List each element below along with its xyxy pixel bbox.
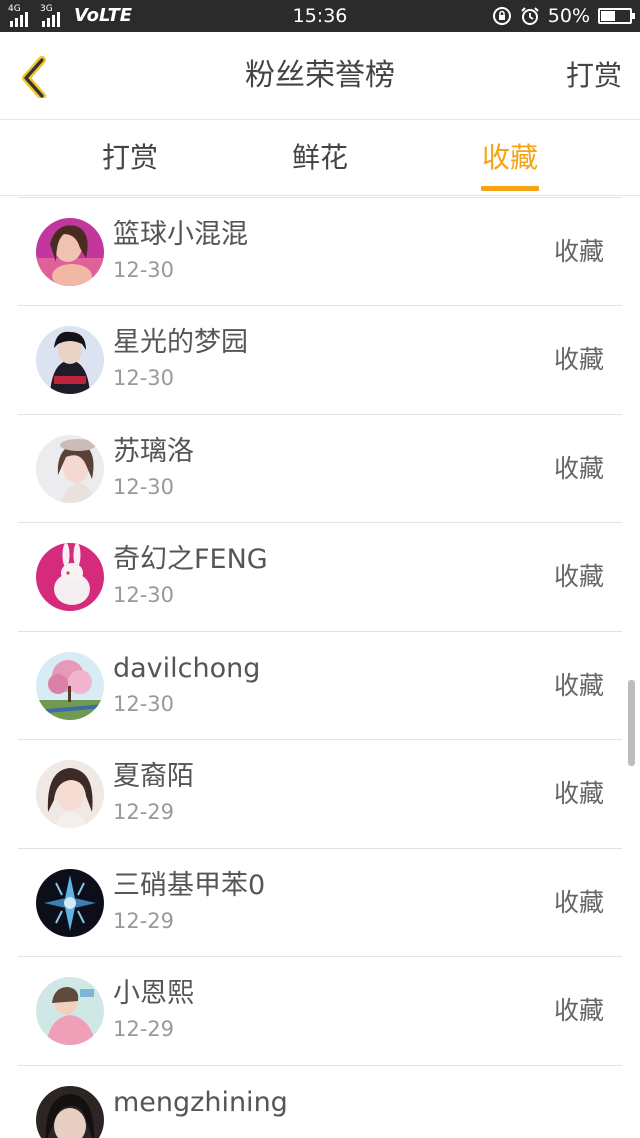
user-name: 小恩熙	[113, 978, 194, 1009]
item-date: 12-29	[113, 908, 175, 933]
rotation-lock-icon	[492, 7, 511, 25]
item-type-label: 收藏	[553, 236, 604, 266]
user-name: 篮球小混混	[113, 218, 248, 250]
item-type-label: 收藏	[553, 345, 604, 374]
app-header: 粉丝荣誉榜 打赏	[0, 32, 640, 120]
avatar[interactable]	[36, 434, 104, 503]
status-bar: 4G 3G VoLTE 15:36 50%	[0, 0, 640, 32]
item-date: 12-29	[113, 1017, 175, 1041]
scrollbar[interactable]	[628, 680, 635, 766]
avatar[interactable]	[36, 543, 104, 611]
item-date: 12-30	[113, 257, 175, 282]
reward-button[interactable]: 打赏	[566, 32, 622, 120]
list-item[interactable]: 夏裔陌 12-29 收藏	[0, 740, 640, 849]
item-type-label: 收藏	[553, 562, 604, 591]
item-date: 12-30	[113, 474, 175, 499]
item-date: 12-30	[113, 691, 175, 716]
item-type-label: 收藏	[553, 779, 604, 808]
user-name: mengzhining	[113, 1086, 288, 1118]
list-item[interactable]: 奇幻之FENG 12-30 收藏	[0, 523, 640, 632]
list-item[interactable]: 篮球小混混 12-30 收藏	[0, 198, 640, 307]
avatar[interactable]	[36, 760, 104, 828]
item-date: 12-29	[113, 800, 175, 824]
item-type-label: 收藏	[553, 887, 604, 917]
tab-flowers[interactable]: 鲜花	[270, 121, 370, 196]
active-tab-indicator	[481, 186, 539, 191]
list-item[interactable]: davilchong 12-30 收藏	[0, 632, 640, 741]
battery-level	[601, 11, 615, 21]
item-date: 12-30	[113, 583, 175, 607]
fan-list[interactable]: 12-30篮球小混混12-30收藏星光的梦园12-30收藏苏璃洛12-30收藏奇…	[0, 197, 640, 1138]
item-date: 12-30	[113, 366, 175, 390]
avatar[interactable]	[36, 1085, 104, 1138]
item-type-label: 收藏	[553, 996, 604, 1025]
user-name: 三硝基甲苯0	[113, 869, 266, 901]
list-item[interactable]: 三硝基甲苯0 12-29 收藏	[0, 849, 640, 958]
avatar[interactable]	[36, 217, 104, 286]
item-type-label: 收藏	[553, 670, 604, 700]
list-item[interactable]: 苏璃洛 12-30 收藏	[0, 415, 640, 524]
user-name: 奇幻之FENG	[113, 544, 268, 575]
list-item[interactable]: 小恩熙 12-29 收藏	[0, 957, 640, 1066]
avatar[interactable]	[36, 326, 104, 394]
avatar[interactable]	[36, 977, 104, 1045]
avatar[interactable]	[36, 868, 104, 937]
tab-reward[interactable]: 打赏	[80, 121, 180, 196]
user-name: davilchong	[113, 652, 261, 684]
status-right: 50%	[492, 0, 635, 32]
page-title: 粉丝荣誉榜	[245, 58, 395, 93]
alarm-icon	[521, 7, 539, 25]
user-name: 苏璃洛	[113, 435, 194, 467]
avatar[interactable]	[36, 651, 104, 720]
user-name: 夏裔陌	[113, 761, 194, 792]
list-item[interactable]: 星光的梦园 12-30 收藏	[0, 306, 640, 415]
battery-icon	[598, 8, 635, 24]
item-type-label: 收藏	[553, 453, 604, 483]
user-name: 星光的梦园	[113, 327, 248, 358]
list-item[interactable]: mengzhining	[0, 1066, 640, 1138]
battery-percent: 50%	[547, 5, 590, 27]
tab-bar: 打赏 鲜花 收藏	[0, 121, 640, 196]
tab-favorites[interactable]: 收藏	[460, 121, 560, 196]
